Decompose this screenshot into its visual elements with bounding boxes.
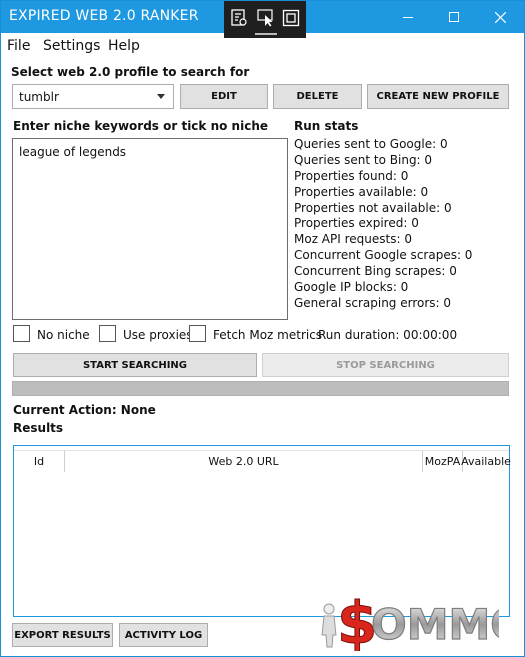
maximize-icon xyxy=(449,12,459,22)
edit-profile-button[interactable]: EDIT xyxy=(180,84,268,109)
close-icon xyxy=(494,11,506,23)
results-heading: Results xyxy=(13,421,64,435)
stat-google-ip-blocks: Google IP blocks: 0 xyxy=(294,280,409,295)
no-niche-label: No niche xyxy=(37,328,90,342)
column-id[interactable]: Id xyxy=(14,451,65,472)
profile-select-value: tumblr xyxy=(19,90,59,104)
start-searching-button[interactable]: START SEARCHING xyxy=(13,353,257,377)
activity-log-button[interactable]: ACTIVITY LOG xyxy=(119,623,208,647)
use-proxies-label: Use proxies xyxy=(123,328,193,342)
fetch-moz-label: Fetch Moz metrics xyxy=(213,328,323,342)
fetch-moz-checkbox[interactable] xyxy=(189,325,206,342)
stat-google-scrapes: Concurrent Google scrapes: 0 xyxy=(294,248,473,263)
window-title: EXPIRED WEB 2.0 RANKER xyxy=(9,8,199,24)
no-niche-checkbox[interactable] xyxy=(13,325,30,342)
app-window: EXPIRED WEB 2.0 RANKER File Settings Hel… xyxy=(0,0,525,657)
delete-profile-button[interactable]: DELETE xyxy=(273,84,362,109)
menu-settings[interactable]: Settings xyxy=(43,38,100,54)
select-element-button[interactable] xyxy=(255,7,277,29)
keywords-value: league of legends xyxy=(19,145,127,159)
menu-file[interactable]: File xyxy=(7,38,30,54)
menu-help[interactable]: Help xyxy=(108,38,140,54)
svg-text:OMMO: OMMO xyxy=(371,600,499,649)
stat-moz-requests: Moz API requests: 0 xyxy=(294,232,412,247)
keywords-heading: Enter niche keywords or tick no niche xyxy=(13,119,268,133)
stat-google-queries: Queries sent to Google: 0 xyxy=(294,137,448,151)
current-action: Current Action: None xyxy=(13,403,156,417)
profile-heading: Select web 2.0 profile to search for xyxy=(11,65,250,79)
stat-properties-available: Properties available: 0 xyxy=(294,184,429,199)
maximize-button[interactable] xyxy=(431,1,477,33)
live-visual-tree-button[interactable] xyxy=(228,7,250,29)
export-results-button[interactable]: EXPORT RESULTS xyxy=(12,623,113,647)
run-stats-list: Queries sent to Google: 0 Queries sent t… xyxy=(294,137,514,312)
close-button[interactable] xyxy=(477,1,523,33)
chevron-down-icon xyxy=(157,94,165,99)
profile-select[interactable]: tumblr xyxy=(12,84,174,109)
minimize-icon xyxy=(403,16,413,18)
run-duration: Run duration: 00:00:00 xyxy=(318,328,458,342)
display-layout-adorners-button[interactable] xyxy=(280,7,302,29)
stat-scraping-errors: General scraping errors: 0 xyxy=(294,295,452,310)
stat-bing-queries: Queries sent to Bing: 0 xyxy=(294,152,433,167)
stat-properties-expired: Properties expired: 0 xyxy=(294,216,419,231)
results-table-header: Id Web 2.0 URL MozPA Available xyxy=(14,450,511,472)
stop-searching-button[interactable]: STOP SEARCHING xyxy=(262,353,509,377)
adorner-icon xyxy=(282,9,300,27)
menu-bar: File Settings Help xyxy=(1,35,524,57)
column-url[interactable]: Web 2.0 URL xyxy=(65,451,423,472)
debug-toolbar xyxy=(224,1,306,38)
stat-bing-scrapes: Concurrent Bing scrapes: 0 xyxy=(294,264,457,279)
sommo-watermark-logo: $ OMMO xyxy=(319,589,525,657)
minimize-button[interactable] xyxy=(385,1,431,33)
use-proxies-checkbox[interactable] xyxy=(99,325,116,342)
stat-properties-not-available: Properties not available: 0 xyxy=(294,200,452,215)
column-mozpa[interactable]: MozPA xyxy=(423,451,463,472)
search-progress-bar xyxy=(12,381,509,396)
keywords-textarea[interactable]: league of legends xyxy=(12,138,288,320)
stat-properties-found: Properties found: 0 xyxy=(294,168,409,183)
create-profile-button[interactable]: CREATE NEW PROFILE xyxy=(367,84,509,109)
visual-tree-icon xyxy=(231,9,247,26)
column-available[interactable]: Available xyxy=(461,451,511,472)
run-stats-heading: Run stats xyxy=(294,119,359,133)
cursor-select-icon xyxy=(257,9,273,27)
